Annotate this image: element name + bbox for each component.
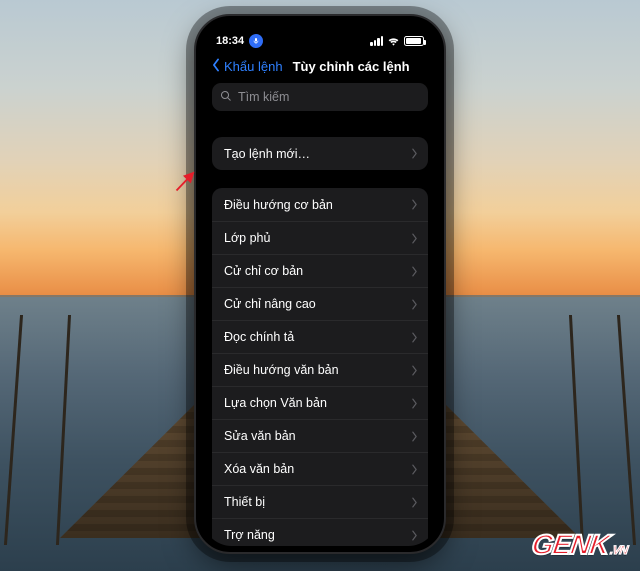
row-label: Cử chỉ cơ bản — [224, 264, 303, 278]
chevron-right-icon — [411, 530, 418, 541]
row-label: Điều hướng văn bản — [224, 363, 339, 377]
chevron-right-icon — [411, 398, 418, 409]
category-row[interactable]: Xóa văn bản — [212, 452, 428, 485]
notch — [262, 16, 378, 40]
category-row[interactable]: Đọc chính tả — [212, 320, 428, 353]
categories-group: Điều hướng cơ bản Lớp phủ Cử chỉ cơ bản Cử … — [212, 188, 428, 546]
row-label: Điều hướng cơ bản — [224, 198, 333, 212]
category-row[interactable]: Lớp phủ — [212, 221, 428, 254]
chevron-right-icon — [411, 199, 418, 210]
chevron-right-icon — [411, 332, 418, 343]
row-label: Xóa văn bản — [224, 462, 294, 476]
chevron-right-icon — [411, 299, 418, 310]
back-button[interactable]: Khẩu lệnh — [210, 58, 283, 75]
row-label: Cử chỉ nâng cao — [224, 297, 316, 311]
category-row[interactable]: Lựa chọn Văn bản — [212, 386, 428, 419]
category-row[interactable]: Cử chỉ nâng cao — [212, 287, 428, 320]
row-label: Sửa văn bản — [224, 429, 296, 443]
category-row[interactable]: Thiết bị — [212, 485, 428, 518]
nav-bar: Khẩu lệnh Tùy chỉnh các lệnh — [202, 52, 438, 83]
category-row[interactable]: Sửa văn bản — [212, 419, 428, 452]
row-label: Trợ năng — [224, 528, 275, 542]
create-new-command-row[interactable]: Tạo lệnh mới… — [212, 137, 428, 170]
battery-icon — [404, 36, 424, 46]
chevron-right-icon — [411, 233, 418, 244]
row-label: Thiết bị — [224, 495, 265, 509]
row-label: Lựa chọn Văn bản — [224, 396, 327, 410]
category-row[interactable]: Điều hướng cơ bản — [212, 188, 428, 221]
chevron-right-icon — [411, 431, 418, 442]
wifi-icon — [387, 36, 400, 46]
chevron-left-icon — [210, 58, 222, 75]
brand-logo: GENK.VN — [530, 529, 630, 561]
chevron-right-icon — [411, 148, 418, 159]
row-label: Đọc chính tả — [224, 330, 294, 344]
brand-suffix: .VN — [609, 543, 628, 557]
search-input[interactable]: Tìm kiếm — [212, 83, 428, 111]
row-label: Tạo lệnh mới… — [224, 147, 310, 161]
search-placeholder: Tìm kiếm — [238, 90, 289, 104]
search-icon — [220, 90, 232, 105]
category-row[interactable]: Cử chỉ cơ bản — [212, 254, 428, 287]
chevron-right-icon — [411, 464, 418, 475]
chevron-right-icon — [411, 497, 418, 508]
category-row[interactable]: Trợ năng — [212, 518, 428, 546]
page-title: Tùy chỉnh các lệnh — [293, 59, 410, 74]
brand-name: GENK — [530, 529, 611, 560]
status-time: 18:34 — [216, 35, 244, 47]
iphone-frame: 18:34 Khẩu lệnh Tùy chỉnh các lệnh — [194, 14, 446, 554]
voice-control-indicator-icon — [249, 34, 263, 48]
chevron-right-icon — [411, 266, 418, 277]
category-row[interactable]: Điều hướng văn bản — [212, 353, 428, 386]
back-label: Khẩu lệnh — [224, 59, 283, 74]
row-label: Lớp phủ — [224, 231, 270, 245]
create-group: Tạo lệnh mới… — [212, 137, 428, 170]
screen: 18:34 Khẩu lệnh Tùy chỉnh các lệnh — [202, 22, 438, 546]
chevron-right-icon — [411, 365, 418, 376]
cellular-signal-icon — [370, 36, 383, 46]
